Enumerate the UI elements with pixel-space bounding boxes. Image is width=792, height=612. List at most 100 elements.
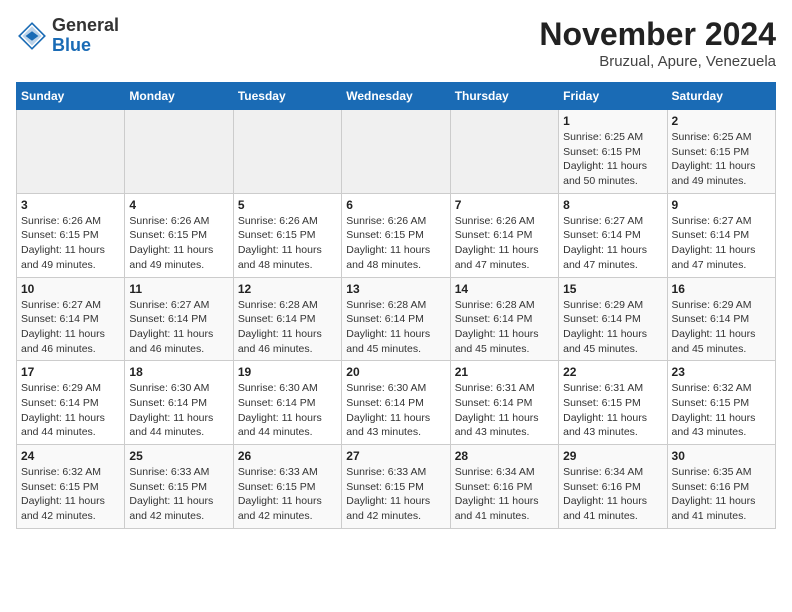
calendar-cell: 25Sunrise: 6:33 AM Sunset: 6:15 PM Dayli… — [125, 445, 233, 529]
day-header-sunday: Sunday — [17, 83, 125, 110]
title-area: November 2024 Bruzual, Apure, Venezuela — [539, 16, 776, 70]
day-number: 4 — [129, 198, 228, 212]
day-info: Sunrise: 6:26 AM Sunset: 6:14 PM Dayligh… — [455, 214, 554, 273]
calendar-cell: 16Sunrise: 6:29 AM Sunset: 6:14 PM Dayli… — [667, 277, 775, 361]
day-number: 23 — [672, 365, 771, 379]
calendar-cell: 11 Sunrise: 6:27 AM Sunset: 6:14 PM Dayli… — [125, 277, 233, 361]
day-info: Sunrise: 6:26 AM Sunset: 6:15 PM Dayligh… — [129, 214, 228, 273]
calendar-cell: 5 Sunrise: 6:26 AM Sunset: 6:15 PM Daylig… — [233, 193, 341, 277]
calendar-cell: 3 Sunrise: 6:26 AM Sunset: 6:15 PM Daylig… — [17, 193, 125, 277]
day-info: Sunrise: 6:28 AM Sunset: 6:14 PM Dayligh… — [455, 298, 554, 357]
day-info: Sunrise: 6:30 AM Sunset: 6:14 PM Dayligh… — [346, 381, 445, 440]
day-info: Sunrise: 6:28 AM Sunset: 6:14 PM Dayligh… — [346, 298, 445, 357]
day-number: 14 — [455, 282, 554, 296]
day-info: Sunrise: 6:27 AM Sunset: 6:14 PM Dayligh… — [129, 298, 228, 357]
calendar-cell: 8 Sunrise: 6:27 AM Sunset: 6:14 PM Daylig… — [559, 193, 667, 277]
day-info: Sunrise: 6:29 AM Sunset: 6:14 PM Dayligh… — [21, 381, 120, 440]
day-number: 28 — [455, 449, 554, 463]
day-number: 5 — [238, 198, 337, 212]
day-info: Sunrise: 6:32 AM Sunset: 6:15 PM Dayligh… — [672, 381, 771, 440]
day-number: 15 — [563, 282, 662, 296]
calendar-cell: 10Sunrise: 6:27 AM Sunset: 6:14 PM Dayli… — [17, 277, 125, 361]
logo-icon — [16, 20, 48, 52]
day-number: 8 — [563, 198, 662, 212]
day-number: 6 — [346, 198, 445, 212]
day-number: 2 — [672, 114, 771, 128]
week-row-5: 24 Sunrise: 6:32 AM Sunset: 6:15 PM Dayli… — [17, 445, 776, 529]
calendar-body: 1 Sunrise: 6:25 AM Sunset: 6:15 PM Daylig… — [17, 110, 776, 529]
day-number: 13 — [346, 282, 445, 296]
calendar-cell: 28 Sunrise: 6:34 AM Sunset: 6:16 PM Dayli… — [450, 445, 558, 529]
calendar-table: SundayMondayTuesdayWednesdayThursdayFrid… — [16, 82, 776, 529]
calendar-cell: 9 Sunrise: 6:27 AM Sunset: 6:14 PM Daylig… — [667, 193, 775, 277]
day-number: 22 — [563, 365, 662, 379]
day-info: Sunrise: 6:28 AM Sunset: 6:14 PM Dayligh… — [238, 298, 337, 357]
day-number: 29 — [563, 449, 662, 463]
day-info: Sunrise: 6:32 AM Sunset: 6:15 PM Dayligh… — [21, 465, 120, 524]
logo-blue: Blue — [52, 36, 119, 56]
day-info: Sunrise: 6:34 AM Sunset: 6:16 PM Dayligh… — [455, 465, 554, 524]
day-number: 11 — [129, 282, 228, 296]
day-number: 10 — [21, 282, 120, 296]
day-number: 9 — [672, 198, 771, 212]
day-info: Sunrise: 6:30 AM Sunset: 6:14 PM Dayligh… — [238, 381, 337, 440]
calendar-header: SundayMondayTuesdayWednesdayThursdayFrid… — [17, 83, 776, 110]
day-number: 25 — [129, 449, 228, 463]
calendar-cell: 21 Sunrise: 6:31 AM Sunset: 6:14 PM Dayli… — [450, 361, 558, 445]
day-number: 12 — [238, 282, 337, 296]
day-number: 3 — [21, 198, 120, 212]
day-number: 24 — [21, 449, 120, 463]
day-info: Sunrise: 6:33 AM Sunset: 6:15 PM Dayligh… — [238, 465, 337, 524]
day-info: Sunrise: 6:26 AM Sunset: 6:15 PM Dayligh… — [346, 214, 445, 273]
week-row-1: 1 Sunrise: 6:25 AM Sunset: 6:15 PM Daylig… — [17, 110, 776, 194]
day-header-wednesday: Wednesday — [342, 83, 450, 110]
calendar-cell: 7Sunrise: 6:26 AM Sunset: 6:14 PM Daylig… — [450, 193, 558, 277]
calendar-cell: 2 Sunrise: 6:25 AM Sunset: 6:15 PM Daylig… — [667, 110, 775, 194]
calendar-cell: 24 Sunrise: 6:32 AM Sunset: 6:15 PM Dayli… — [17, 445, 125, 529]
day-info: Sunrise: 6:25 AM Sunset: 6:15 PM Dayligh… — [563, 130, 662, 189]
calendar-cell — [17, 110, 125, 194]
location-subtitle: Bruzual, Apure, Venezuela — [539, 53, 776, 70]
calendar-cell — [233, 110, 341, 194]
calendar-cell: 6 Sunrise: 6:26 AM Sunset: 6:15 PM Daylig… — [342, 193, 450, 277]
day-info: Sunrise: 6:25 AM Sunset: 6:15 PM Dayligh… — [672, 130, 771, 189]
day-info: Sunrise: 6:26 AM Sunset: 6:15 PM Dayligh… — [238, 214, 337, 273]
day-info: Sunrise: 6:27 AM Sunset: 6:14 PM Dayligh… — [563, 214, 662, 273]
calendar-cell: 14 Sunrise: 6:28 AM Sunset: 6:14 PM Dayli… — [450, 277, 558, 361]
week-row-2: 3 Sunrise: 6:26 AM Sunset: 6:15 PM Daylig… — [17, 193, 776, 277]
logo-text: General Blue — [52, 16, 119, 56]
calendar-cell — [125, 110, 233, 194]
day-info: Sunrise: 6:33 AM Sunset: 6:15 PM Dayligh… — [346, 465, 445, 524]
calendar-cell: 27Sunrise: 6:33 AM Sunset: 6:15 PM Dayli… — [342, 445, 450, 529]
day-info: Sunrise: 6:26 AM Sunset: 6:15 PM Dayligh… — [21, 214, 120, 273]
calendar-cell: 12 Sunrise: 6:28 AM Sunset: 6:14 PM Dayli… — [233, 277, 341, 361]
day-number: 17 — [21, 365, 120, 379]
day-info: Sunrise: 6:30 AM Sunset: 6:14 PM Dayligh… — [129, 381, 228, 440]
day-number: 1 — [563, 114, 662, 128]
day-info: Sunrise: 6:34 AM Sunset: 6:16 PM Dayligh… — [563, 465, 662, 524]
logo: General Blue — [16, 16, 119, 56]
day-header-friday: Friday — [559, 83, 667, 110]
calendar-cell: 19 Sunrise: 6:30 AM Sunset: 6:14 PM Dayli… — [233, 361, 341, 445]
week-row-3: 10 Sunrise: 6:27 AM Sunset: 6:14 PM Dayli… — [17, 277, 776, 361]
calendar-cell: 30 Sunrise: 6:35 AM Sunset: 6:16 PM Dayli… — [667, 445, 775, 529]
calendar-cell: 18Sunrise: 6:30 AM Sunset: 6:14 PM Dayli… — [125, 361, 233, 445]
calendar-cell: 23 Sunrise: 6:32 AM Sunset: 6:15 PM Dayli… — [667, 361, 775, 445]
day-info: Sunrise: 6:31 AM Sunset: 6:15 PM Dayligh… — [563, 381, 662, 440]
day-info: Sunrise: 6:35 AM Sunset: 6:16 PM Dayligh… — [672, 465, 771, 524]
day-number: 30 — [672, 449, 771, 463]
day-info: Sunrise: 6:29 AM Sunset: 6:14 PM Dayligh… — [672, 298, 771, 357]
day-info: Sunrise: 6:27 AM Sunset: 6:14 PM Dayligh… — [672, 214, 771, 273]
day-number: 20 — [346, 365, 445, 379]
day-header-saturday: Saturday — [667, 83, 775, 110]
logo-general: General — [52, 16, 119, 36]
calendar-cell: 15 Sunrise: 6:29 AM Sunset: 6:14 PM Dayli… — [559, 277, 667, 361]
header-row: SundayMondayTuesdayWednesdayThursdayFrid… — [17, 83, 776, 110]
day-info: Sunrise: 6:29 AM Sunset: 6:14 PM Dayligh… — [563, 298, 662, 357]
calendar-cell: 29 Sunrise: 6:34 AM Sunset: 6:16 PM Dayli… — [559, 445, 667, 529]
calendar-cell: 20 Sunrise: 6:30 AM Sunset: 6:14 PM Dayli… — [342, 361, 450, 445]
day-number: 19 — [238, 365, 337, 379]
day-info: Sunrise: 6:31 AM Sunset: 6:14 PM Dayligh… — [455, 381, 554, 440]
day-number: 21 — [455, 365, 554, 379]
calendar-cell: 13 Sunrise: 6:28 AM Sunset: 6:14 PM Dayli… — [342, 277, 450, 361]
